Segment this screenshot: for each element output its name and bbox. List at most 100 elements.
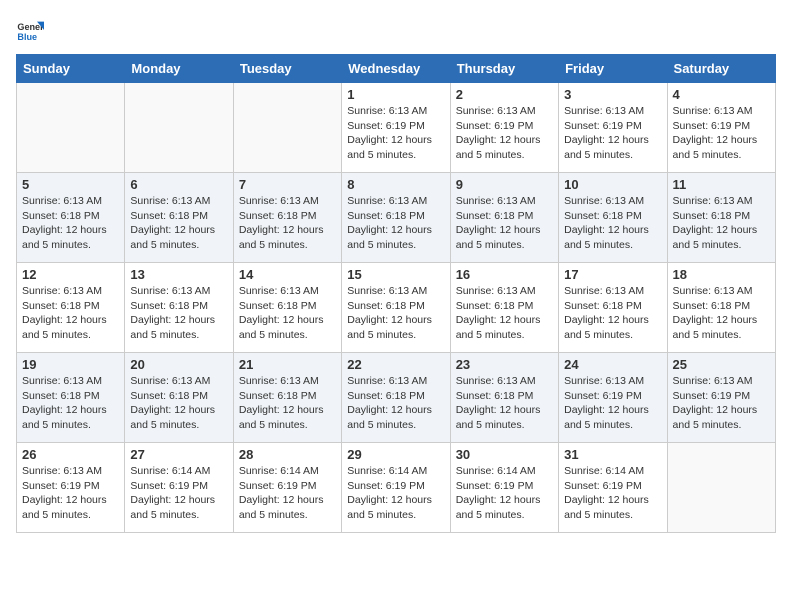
day-number: 18: [673, 267, 770, 282]
day-number: 27: [130, 447, 227, 462]
day-info: Sunrise: 6:13 AMSunset: 6:19 PMDaylight:…: [564, 104, 661, 163]
calendar-cell: 17 Sunrise: 6:13 AMSunset: 6:18 PMDayligh…: [559, 263, 667, 353]
calendar-cell: 18 Sunrise: 6:13 AMSunset: 6:18 PMDayligh…: [667, 263, 775, 353]
calendar-cell: 12 Sunrise: 6:13 AMSunset: 6:18 PMDayligh…: [17, 263, 125, 353]
day-number: 13: [130, 267, 227, 282]
day-info: Sunrise: 6:13 AMSunset: 6:18 PMDaylight:…: [130, 374, 227, 433]
calendar-cell: 16 Sunrise: 6:13 AMSunset: 6:18 PMDayligh…: [450, 263, 558, 353]
day-number: 30: [456, 447, 553, 462]
day-info: Sunrise: 6:14 AMSunset: 6:19 PMDaylight:…: [130, 464, 227, 523]
day-number: 7: [239, 177, 336, 192]
weekday-header: Friday: [559, 55, 667, 83]
day-info: Sunrise: 6:13 AMSunset: 6:18 PMDaylight:…: [456, 194, 553, 253]
day-info: Sunrise: 6:13 AMSunset: 6:18 PMDaylight:…: [239, 194, 336, 253]
weekday-header-row: SundayMondayTuesdayWednesdayThursdayFrid…: [17, 55, 776, 83]
logo: General Blue: [16, 16, 44, 44]
weekday-header: Saturday: [667, 55, 775, 83]
day-info: Sunrise: 6:13 AMSunset: 6:19 PMDaylight:…: [347, 104, 444, 163]
day-info: Sunrise: 6:13 AMSunset: 6:19 PMDaylight:…: [673, 374, 770, 433]
day-number: 3: [564, 87, 661, 102]
day-info: Sunrise: 6:14 AMSunset: 6:19 PMDaylight:…: [456, 464, 553, 523]
calendar-cell: 25 Sunrise: 6:13 AMSunset: 6:19 PMDayligh…: [667, 353, 775, 443]
day-number: 31: [564, 447, 661, 462]
calendar-cell: 22 Sunrise: 6:13 AMSunset: 6:18 PMDayligh…: [342, 353, 450, 443]
calendar-week-row: 12 Sunrise: 6:13 AMSunset: 6:18 PMDayligh…: [17, 263, 776, 353]
day-info: Sunrise: 6:13 AMSunset: 6:18 PMDaylight:…: [456, 374, 553, 433]
day-number: 22: [347, 357, 444, 372]
day-number: 29: [347, 447, 444, 462]
day-info: Sunrise: 6:14 AMSunset: 6:19 PMDaylight:…: [564, 464, 661, 523]
day-info: Sunrise: 6:13 AMSunset: 6:18 PMDaylight:…: [239, 374, 336, 433]
day-info: Sunrise: 6:13 AMSunset: 6:18 PMDaylight:…: [22, 194, 119, 253]
calendar-table: SundayMondayTuesdayWednesdayThursdayFrid…: [16, 54, 776, 533]
day-info: Sunrise: 6:13 AMSunset: 6:19 PMDaylight:…: [456, 104, 553, 163]
day-number: 20: [130, 357, 227, 372]
calendar-cell: 10Sunrise: 6:13 AMSunset: 6:18 PMDayligh…: [559, 173, 667, 263]
calendar-cell: [125, 83, 233, 173]
calendar-cell: 29Sunrise: 6:14 AMSunset: 6:19 PMDayligh…: [342, 443, 450, 533]
calendar-cell: 3 Sunrise: 6:13 AMSunset: 6:19 PMDaylight…: [559, 83, 667, 173]
calendar-cell: [667, 443, 775, 533]
day-number: 24: [564, 357, 661, 372]
calendar-cell: 1 Sunrise: 6:13 AMSunset: 6:19 PMDaylight…: [342, 83, 450, 173]
page-header: General Blue: [16, 16, 776, 44]
calendar-cell: 11Sunrise: 6:13 AMSunset: 6:18 PMDayligh…: [667, 173, 775, 263]
day-info: Sunrise: 6:13 AMSunset: 6:18 PMDaylight:…: [130, 194, 227, 253]
day-number: 23: [456, 357, 553, 372]
calendar-cell: 28 Sunrise: 6:14 AMSunset: 6:19 PMDayligh…: [233, 443, 341, 533]
day-info: Sunrise: 6:13 AMSunset: 6:19 PMDaylight:…: [22, 464, 119, 523]
calendar-cell: 7 Sunrise: 6:13 AMSunset: 6:18 PMDaylight…: [233, 173, 341, 263]
day-number: 5: [22, 177, 119, 192]
calendar-cell: 5 Sunrise: 6:13 AMSunset: 6:18 PMDaylight…: [17, 173, 125, 263]
day-info: Sunrise: 6:13 AMSunset: 6:18 PMDaylight:…: [22, 374, 119, 433]
day-number: 28: [239, 447, 336, 462]
calendar-cell: 27 Sunrise: 6:14 AMSunset: 6:19 PMDayligh…: [125, 443, 233, 533]
day-info: Sunrise: 6:13 AMSunset: 6:18 PMDaylight:…: [564, 284, 661, 343]
day-number: 16: [456, 267, 553, 282]
day-number: 9: [456, 177, 553, 192]
day-number: 12: [22, 267, 119, 282]
day-number: 21: [239, 357, 336, 372]
calendar-week-row: 1 Sunrise: 6:13 AMSunset: 6:19 PMDaylight…: [17, 83, 776, 173]
calendar-week-row: 5 Sunrise: 6:13 AMSunset: 6:18 PMDaylight…: [17, 173, 776, 263]
calendar-week-row: 19 Sunrise: 6:13 AMSunset: 6:18 PMDayligh…: [17, 353, 776, 443]
calendar-cell: 30 Sunrise: 6:14 AMSunset: 6:19 PMDayligh…: [450, 443, 558, 533]
calendar-cell: 6 Sunrise: 6:13 AMSunset: 6:18 PMDaylight…: [125, 173, 233, 263]
day-number: 25: [673, 357, 770, 372]
calendar-cell: 20 Sunrise: 6:13 AMSunset: 6:18 PMDayligh…: [125, 353, 233, 443]
day-info: Sunrise: 6:13 AMSunset: 6:18 PMDaylight:…: [564, 194, 661, 253]
day-info: Sunrise: 6:13 AMSunset: 6:18 PMDaylight:…: [673, 284, 770, 343]
day-info: Sunrise: 6:13 AMSunset: 6:18 PMDaylight:…: [239, 284, 336, 343]
calendar-cell: 24Sunrise: 6:13 AMSunset: 6:19 PMDayligh…: [559, 353, 667, 443]
day-info: Sunrise: 6:13 AMSunset: 6:18 PMDaylight:…: [130, 284, 227, 343]
day-number: 15: [347, 267, 444, 282]
day-number: 8: [347, 177, 444, 192]
calendar-cell: 26 Sunrise: 6:13 AMSunset: 6:19 PMDayligh…: [17, 443, 125, 533]
day-number: 17: [564, 267, 661, 282]
day-number: 4: [673, 87, 770, 102]
calendar-cell: 9 Sunrise: 6:13 AMSunset: 6:18 PMDaylight…: [450, 173, 558, 263]
weekday-header: Sunday: [17, 55, 125, 83]
day-info: Sunrise: 6:14 AMSunset: 6:19 PMDaylight:…: [239, 464, 336, 523]
calendar-cell: 31 Sunrise: 6:14 AMSunset: 6:19 PMDayligh…: [559, 443, 667, 533]
day-number: 19: [22, 357, 119, 372]
day-info: Sunrise: 6:13 AMSunset: 6:18 PMDaylight:…: [347, 284, 444, 343]
day-number: 1: [347, 87, 444, 102]
day-info: Sunrise: 6:13 AMSunset: 6:19 PMDaylight:…: [673, 104, 770, 163]
svg-text:Blue: Blue: [17, 32, 37, 42]
day-info: Sunrise: 6:13 AMSunset: 6:18 PMDaylight:…: [347, 374, 444, 433]
calendar-cell: 19 Sunrise: 6:13 AMSunset: 6:18 PMDayligh…: [17, 353, 125, 443]
day-info: Sunrise: 6:13 AMSunset: 6:18 PMDaylight:…: [22, 284, 119, 343]
day-number: 26: [22, 447, 119, 462]
calendar-cell: 14 Sunrise: 6:13 AMSunset: 6:18 PMDayligh…: [233, 263, 341, 353]
weekday-header: Monday: [125, 55, 233, 83]
day-number: 14: [239, 267, 336, 282]
calendar-cell: 13 Sunrise: 6:13 AMSunset: 6:18 PMDayligh…: [125, 263, 233, 353]
day-info: Sunrise: 6:13 AMSunset: 6:18 PMDaylight:…: [673, 194, 770, 253]
day-info: Sunrise: 6:13 AMSunset: 6:18 PMDaylight:…: [456, 284, 553, 343]
calendar-cell: 21 Sunrise: 6:13 AMSunset: 6:18 PMDayligh…: [233, 353, 341, 443]
day-number: 6: [130, 177, 227, 192]
weekday-header: Tuesday: [233, 55, 341, 83]
calendar-cell: 23 Sunrise: 6:13 AMSunset: 6:18 PMDayligh…: [450, 353, 558, 443]
weekday-header: Thursday: [450, 55, 558, 83]
